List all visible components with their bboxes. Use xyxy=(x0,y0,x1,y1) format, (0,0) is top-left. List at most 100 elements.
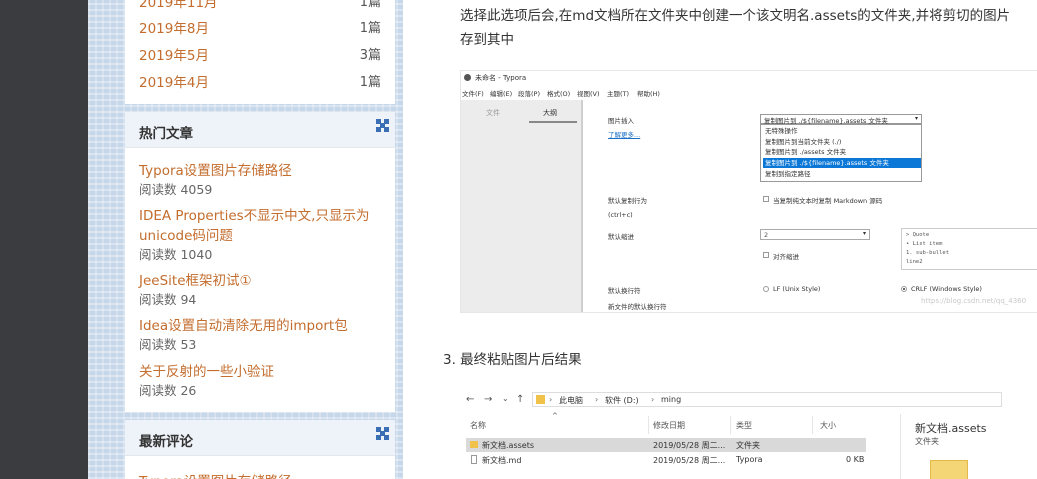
typora-window-title: 未命名 - Typora xyxy=(475,74,527,82)
archive-item-label[interactable]: 2019年11月 xyxy=(139,0,218,11)
chevron-down-icon: ▾ xyxy=(862,230,866,237)
comment-link[interactable]: Typora设置图片存储路径 xyxy=(139,470,292,479)
line-ending-label: 默认换行符 xyxy=(608,287,641,295)
copy-option-label: 当复制纯文本时复制 Markdown 源码 xyxy=(773,197,883,205)
typora-menu-item: 视图(V) xyxy=(577,90,600,98)
breadcrumb-separator-icon: › xyxy=(651,395,655,404)
dropdown-option: 复制图片到当前文件夹 (./) xyxy=(765,138,842,146)
read-count: 阅读数 1040 xyxy=(139,247,213,262)
hot-article-link[interactable]: Idea设置自动清除无用的import包 xyxy=(139,316,379,336)
hot-article-item: Typora设置图片存储路径 阅读数 4059 xyxy=(139,161,379,199)
hot-article-link[interactable]: Typora设置图片存储路径 xyxy=(139,161,379,181)
folder-icon xyxy=(536,395,545,404)
archive-item-label[interactable]: 2019年5月 xyxy=(139,48,209,64)
archive-item[interactable]: 2019年11月 1篇 xyxy=(139,0,381,11)
select-value: 2 xyxy=(764,231,769,239)
paragraph-line: 存到其中 xyxy=(460,32,514,48)
typora-menu-item: 编辑(E) xyxy=(490,90,513,98)
latest-comments-panel: 最新评论 Typora设置图片存储路径 xyxy=(125,420,395,479)
align-indent-checkbox xyxy=(763,252,769,258)
file-type: 文件夹 xyxy=(736,441,760,450)
shortcut-hint: (ctrl+c) xyxy=(608,211,633,219)
hot-article-link[interactable]: IDEA Properties不显示中文,只显示为 unicode码问题 xyxy=(139,206,379,246)
explorer-address-bar: › 此电脑 › 软件 (D:) › ming xyxy=(532,392,1002,407)
dropdown-option: 无特殊操作 xyxy=(765,127,798,135)
latest-comments-title: 最新评论 xyxy=(139,434,193,450)
dropdown-option-selected: 复制图片到 ./${filename}.assets 文件夹 xyxy=(763,158,921,168)
md-file-icon xyxy=(471,455,477,464)
file-size: 0 KB xyxy=(846,455,865,464)
step-heading: 3. 最终粘贴图片后结果 xyxy=(443,352,582,368)
copy-checkbox xyxy=(763,196,769,202)
archive-item[interactable]: 2019年5月 3篇 xyxy=(139,44,381,64)
hot-articles-panel: 热门文章 Typora设置图片存储路径 阅读数 4059 IDEA Proper… xyxy=(125,112,395,412)
image-insert-select: 复制图片到 ./${filename}.assets 文件夹 ▾ xyxy=(760,114,922,125)
file-row: 新文档.assets 2019/05/28 周二... 文件夹 xyxy=(466,438,866,452)
expand-icon[interactable] xyxy=(376,427,389,440)
image-insert-label: 图片插入 xyxy=(608,117,634,125)
left-dark-strip xyxy=(0,0,88,479)
typora-menu-item: 段落(P) xyxy=(518,90,540,98)
file-name: 新文档.md xyxy=(482,456,522,465)
back-arrow-icon: ← xyxy=(466,394,475,405)
expand-icon[interactable] xyxy=(376,119,389,132)
read-count: 阅读数 4059 xyxy=(139,182,213,197)
line-ending-hint: 新文件的默认换行符 xyxy=(608,303,667,311)
image-insert-dropdown: 无特殊操作 复制图片到当前文件夹 (./) 复制图片到 ./assets 文件夹… xyxy=(760,124,922,182)
archive-item[interactable]: 2019年4月 1篇 xyxy=(139,71,381,91)
lf-option-label: LF (Unix Style) xyxy=(773,285,821,293)
hot-articles-title: 热门文章 xyxy=(139,126,193,142)
preview-type: 文件夹 xyxy=(915,437,939,446)
typora-menu-item: 格式(O) xyxy=(547,90,571,98)
hot-article-item: 关于反射的一些小验证 阅读数 26 xyxy=(139,362,379,400)
file-date: 2019/05/28 周二... xyxy=(653,441,726,450)
latest-comments-header: 最新评论 xyxy=(125,420,395,456)
archive-item[interactable]: 2019年8月 1篇 xyxy=(139,17,381,37)
read-count: 阅读数 94 xyxy=(139,292,197,307)
hot-articles-header: 热门文章 xyxy=(125,112,395,148)
hot-article-link[interactable]: 关于反射的一些小验证 xyxy=(139,362,379,382)
hot-article-link-line[interactable]: IDEA Properties不显示中文,只显示为 xyxy=(139,206,379,226)
typora-app-icon xyxy=(464,74,471,81)
column-separator xyxy=(730,416,731,434)
dropdown-option: 复制图片到 ./assets 文件夹 xyxy=(765,148,847,156)
hot-article-item: JeeSite框架初试① 阅读数 94 xyxy=(139,271,379,309)
file-type: Typora xyxy=(736,455,763,464)
hot-article-link[interactable]: JeeSite框架初试① xyxy=(139,271,379,291)
hot-article-link-line[interactable]: unicode码问题 xyxy=(139,226,379,246)
crlf-radio xyxy=(901,286,907,292)
archive-item-label[interactable]: 2019年8月 xyxy=(139,21,209,37)
preview-title: 新文档.assets xyxy=(915,422,987,435)
breadcrumb-separator-icon: › xyxy=(549,395,553,404)
typora-divider xyxy=(581,100,583,312)
breadcrumb-separator-icon: › xyxy=(595,395,599,404)
file-date: 2019/05/28 周二... xyxy=(653,456,726,465)
align-indent-label: 对齐缩进 xyxy=(773,253,799,261)
folder-icon xyxy=(470,441,478,448)
column-separator xyxy=(648,416,649,434)
folder-icon xyxy=(930,460,968,479)
preview-line: > Quote xyxy=(906,232,930,238)
archive-item-label[interactable]: 2019年4月 xyxy=(139,75,209,91)
archive-panel: 2019年11月 1篇 2019年8月 1篇 2019年5月 3篇 2019年4… xyxy=(125,0,395,104)
typora-sidebar: 文件 大纲 xyxy=(461,100,581,312)
tab-underline xyxy=(529,121,577,123)
preview-line: 1. sub-bullet xyxy=(906,250,950,256)
archive-item-count: 1篇 xyxy=(359,0,381,10)
file-row: 新文档.md 2019/05/28 周二... Typora 0 KB xyxy=(466,453,866,467)
crlf-option-label: CRLF (Windows Style) xyxy=(911,285,982,293)
breadcrumb-item: ming xyxy=(661,395,682,404)
typora-menu-item: 帮助(H) xyxy=(637,90,660,98)
article-paragraph: 选择此选项后会,在md文档所在文件夹中创建一个该文明名.assets的文件夹,并… xyxy=(460,4,1037,52)
explorer-image: ← → ⌄ ↑ › 此电脑 › 软件 (D:) › ming 名称 ^ 修改日期… xyxy=(460,384,1037,479)
read-count: 阅读数 26 xyxy=(139,383,197,398)
typora-settings-image: 未命名 - Typora 文件(F) 编辑(E) 段落(P) 格式(O) 视图(… xyxy=(460,70,1037,313)
breadcrumb-item: 此电脑 xyxy=(559,396,583,405)
typora-titlebar: 未命名 - Typora xyxy=(461,71,1037,85)
paragraph-line: 选择此选项后会,在md文档所在文件夹中创建一个该文明名.assets的文件夹,并… xyxy=(460,8,1011,24)
learn-more-link: 了解更多... xyxy=(608,131,641,139)
archive-item-count: 3篇 xyxy=(359,48,381,63)
read-count: 阅读数 53 xyxy=(139,337,197,352)
archive-item-count: 1篇 xyxy=(359,75,381,90)
typora-menu-item: 文件(F) xyxy=(462,90,484,98)
